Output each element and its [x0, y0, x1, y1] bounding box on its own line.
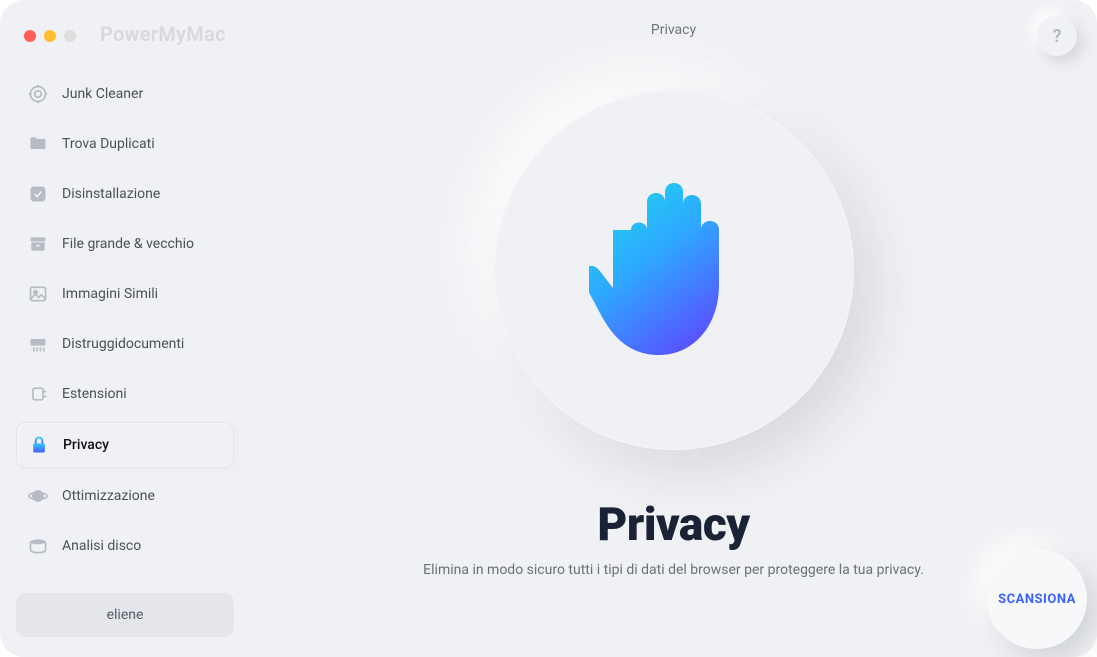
scan-button-label: SCANSIONA [998, 592, 1076, 607]
sidebar-item-ottimizzazione[interactable]: Ottimizzazione [16, 474, 234, 518]
scan-button[interactable]: SCANSIONA [987, 549, 1087, 649]
shredder-icon [28, 334, 48, 354]
sidebar-item-estensioni[interactable]: Estensioni [16, 372, 234, 416]
sidebar: Junk Cleaner Trova Duplicati Disinstalla… [0, 0, 250, 657]
question-mark-icon: ? [1053, 26, 1062, 47]
folder-icon [28, 134, 48, 154]
sidebar-item-trova-duplicati[interactable]: Trova Duplicati [16, 122, 234, 166]
sidebar-items: Junk Cleaner Trova Duplicati Disinstalla… [0, 72, 250, 593]
target-icon [28, 84, 48, 104]
plugin-icon [28, 384, 48, 404]
annotation-arrow-icon [1090, 418, 1097, 578]
traffic-lights [24, 30, 76, 42]
app-window: PowerMyMac Junk Cleaner Trova Duplicati [0, 0, 1097, 657]
sidebar-item-label: Analisi disco [62, 538, 141, 554]
sidebar-item-label: Disinstallazione [62, 186, 160, 202]
lock-icon [29, 435, 49, 455]
user-account-button[interactable]: eliene [16, 593, 234, 637]
minimize-window-button[interactable] [44, 30, 56, 42]
archive-box-icon [28, 234, 48, 254]
hero-illustration [494, 90, 854, 450]
main-title: Privacy [597, 498, 749, 552]
image-icon [28, 284, 48, 304]
sidebar-item-disinstallazione[interactable]: Disinstallazione [16, 172, 234, 216]
maximize-window-button[interactable] [64, 30, 76, 42]
app-title: PowerMyMac [100, 22, 226, 46]
sidebar-item-distruggidocumenti[interactable]: Distruggidocumenti [16, 322, 234, 366]
sidebar-item-analisi-disco[interactable]: Analisi disco [16, 524, 234, 568]
user-name-label: eliene [107, 607, 144, 623]
main-content: Privacy ? Privacy Elimina i [250, 0, 1097, 657]
help-button[interactable]: ? [1037, 16, 1077, 56]
planet-icon [28, 486, 48, 506]
hand-stop-icon [589, 170, 759, 370]
sidebar-item-label: Trova Duplicati [62, 136, 155, 152]
sidebar-item-file-grande-vecchio[interactable]: File grande & vecchio [16, 222, 234, 266]
sidebar-item-label: Estensioni [62, 386, 127, 402]
sidebar-item-label: Immagini Simili [62, 286, 158, 302]
page-title: Privacy [651, 22, 696, 38]
sidebar-item-immagini-simili[interactable]: Immagini Simili [16, 272, 234, 316]
disk-icon [28, 536, 48, 556]
sidebar-item-label: Distruggidocumenti [62, 336, 184, 352]
close-window-button[interactable] [24, 30, 36, 42]
sidebar-item-privacy[interactable]: Privacy [16, 422, 234, 468]
sidebar-item-label: Junk Cleaner [62, 86, 143, 102]
sidebar-item-label: File grande & vecchio [62, 236, 194, 252]
sidebar-item-label: Privacy [63, 437, 109, 453]
main-description: Elimina in modo sicuro tutti i tipi di d… [423, 562, 924, 578]
app-icon [28, 184, 48, 204]
sidebar-item-junk-cleaner[interactable]: Junk Cleaner [16, 72, 234, 116]
sidebar-item-label: Ottimizzazione [62, 488, 155, 504]
